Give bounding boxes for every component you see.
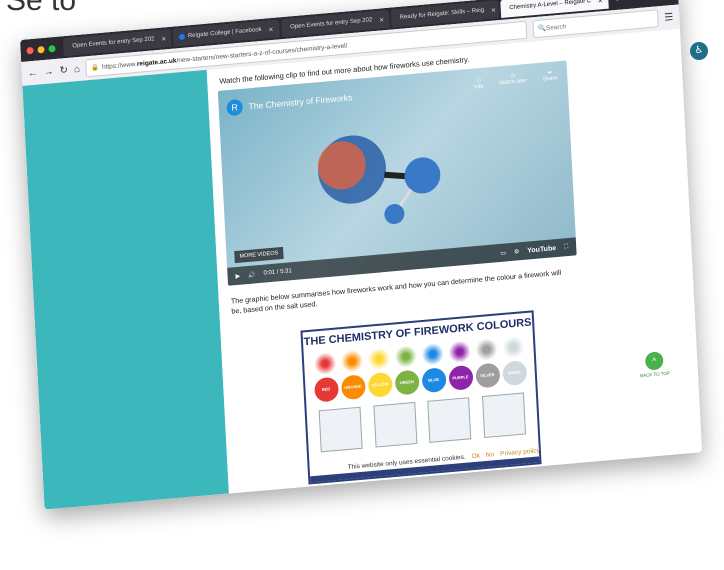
firework-burst-purple [447,339,471,364]
back-icon[interactable]: ← [27,67,38,79]
fullscreen-icon[interactable]: ⛶ [564,244,569,251]
url-domain: reigate.ac.uk [136,56,177,68]
video-top-controls: ⓘ Info ◷ Watch later ➦ Share [474,69,558,91]
color-circle-silver: SILVER [474,362,501,389]
color-circle-green: GREEN [394,369,420,396]
video-player[interactable]: R The Chemistry of Fireworks ⓘ Info ◷ Watc… [217,60,577,286]
video-right-controls: ▭ ⚙ YouTube ⛶ [500,244,568,257]
color-circle-yellow: YELLOW [367,371,393,398]
share-button[interactable]: ➦ Share [542,69,558,84]
stage: Open Events for entry Sep 202 × Reigate C… [0,0,724,570]
color-circle-red: RED [313,376,339,403]
infographic-panels [307,391,538,453]
captions-icon[interactable]: ▭ [500,249,506,256]
close-tab-icon[interactable]: × [161,34,166,43]
color-circle-white: WHITE [501,360,527,387]
accessibility-icon[interactable]: ♿ [690,42,708,60]
url-prefix: https://www. [101,60,138,71]
watch-later-label: Watch later [499,77,528,87]
info-panel [481,392,526,439]
firework-burst-orange [340,349,364,374]
color-circle-purple: PURPLE [447,364,474,391]
chevron-up-icon: ^ [644,351,664,371]
page-content: Watch the following clip to find out mor… [22,28,703,510]
more-videos-button[interactable]: MORE VIDEOS [234,246,284,264]
watch-later-button[interactable]: ◷ Watch later [499,72,527,88]
volume-icon[interactable]: 🔊 [248,271,256,279]
info-panel [373,401,418,448]
close-tab-icon[interactable]: × [268,24,273,33]
reload-icon[interactable]: ↻ [59,64,68,76]
firework-burst-silver [474,337,498,362]
forward-icon[interactable]: → [43,66,54,78]
tab-label: Ready for Reigate: Skills – Reig [399,7,485,21]
youtube-logo[interactable]: YouTube [527,245,556,255]
video-time: 0:01 / 5:31 [263,268,292,277]
close-tab-icon[interactable]: × [491,5,496,14]
video-title[interactable]: The Chemistry of Fireworks [248,92,352,111]
teal-sidebar [22,69,229,510]
back-to-top-button[interactable]: ^ BACK TO TOP [639,351,671,379]
firework-burst-white [501,335,525,360]
cookie-no-link[interactable]: No [486,451,495,459]
play-icon[interactable]: ▶ [235,272,240,279]
info-panel [427,397,472,443]
home-icon[interactable]: ⌂ [74,63,81,75]
tab-label: Chemistry A-Level – Reigate C [509,0,592,12]
tab-label: Open Events for entry Sep 202 [72,36,155,50]
close-tab-icon[interactable]: × [598,0,603,5]
new-tab-icon[interactable]: + [614,0,621,5]
tab-label: Reigate College | Facebook [187,26,262,40]
info-button[interactable]: ⓘ Info [474,76,484,91]
search-placeholder: Search [545,22,567,32]
close-window-icon[interactable] [26,46,34,54]
firework-burst-green [393,344,417,369]
info-label: Info [474,83,484,91]
main-area: Watch the following clip to find out mor… [206,28,703,494]
molecule-illustration [317,135,441,225]
cookie-ok-link[interactable]: Ok [471,452,480,460]
reigate-logo-icon: R [226,98,244,117]
firework-burst-red [313,351,337,376]
color-circle-blue: BLUE [421,367,447,394]
maximize-window-icon[interactable] [48,44,56,53]
window-controls [26,44,56,54]
lock-icon: 🔒 [90,64,100,72]
color-circle-orange: ORANGE [340,374,366,401]
minimize-window-icon[interactable] [37,45,45,54]
close-tab-icon[interactable]: × [379,15,384,24]
share-label: Share [542,75,558,83]
menu-icon[interactable]: ☰ [664,11,674,23]
firework-burst-blue [420,342,444,367]
back-to-top-label: BACK TO TOP [639,370,671,379]
browser-window: Open Events for entry Sep 202 × Reigate C… [20,0,703,510]
settings-icon[interactable]: ⚙ [514,248,520,255]
facebook-icon [178,33,186,41]
info-panel [318,406,363,453]
tab-label: Open Events for entry Sep 202 [289,17,373,31]
firework-burst-yellow [366,347,391,371]
